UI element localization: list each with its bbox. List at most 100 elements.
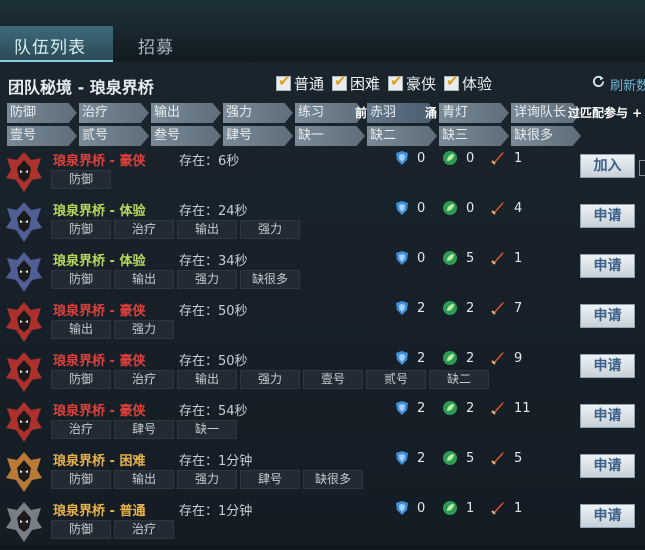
healer-count: 1 (442, 500, 474, 516)
checkbox-icon[interactable] (444, 72, 460, 91)
healer-count-value: 2 (466, 400, 475, 416)
shield-icon (396, 401, 408, 415)
filter-tag[interactable]: 缺很多 (511, 126, 581, 146)
team-tag: 强力 (177, 470, 237, 489)
leaf-icon (443, 351, 457, 365)
dps-count: 1 (490, 150, 522, 166)
filter-tag[interactable]: 青灯 (439, 103, 509, 123)
healer-count-value: 2 (466, 300, 475, 316)
team-tag: 强力 (114, 320, 174, 339)
dps-count-value: 1 (514, 500, 523, 516)
leaf-icon (443, 451, 457, 465)
tab-recruit[interactable]: 招募 (138, 33, 174, 58)
team-exist-time: 存在：54秒 (179, 404, 248, 419)
dps-count: 4 (490, 200, 522, 216)
healer-count-value: 0 (466, 200, 475, 216)
filter-tag[interactable]: 缺一 (295, 126, 365, 146)
team-row[interactable]: 琅泉界桥 - 普通 存在：1分钟 防御 治疗 0 1 1 申请 (0, 500, 645, 550)
team-row[interactable]: 琅泉界桥 - 体验 存在：34秒 防御 输出 强力 缺很多 0 5 1 申请 (0, 250, 645, 300)
dps-count-value: 9 (514, 350, 523, 366)
team-tag: 防御 (51, 520, 111, 539)
shield-icon (396, 451, 408, 465)
tank-count-value: 0 (417, 200, 426, 216)
tank-count-value: 2 (417, 450, 426, 466)
team-name: 琅泉界桥 - 豪侠 (53, 304, 146, 319)
team-emblem-icon (6, 402, 42, 442)
team-exist-time: 存在：34秒 (179, 254, 248, 269)
filter-tag[interactable]: 强力 (223, 103, 293, 123)
team-name: 琅泉界桥 - 普通 (53, 504, 146, 519)
tank-count: 2 (395, 450, 425, 466)
team-emblem-icon (6, 252, 42, 292)
filter-tag[interactable]: 缺三 (439, 126, 509, 146)
filter-normal[interactable]: 普通 (276, 72, 324, 94)
team-tag: 输出 (114, 470, 174, 489)
sword-icon (491, 202, 504, 215)
team-row[interactable]: 琅泉界桥 - 豪侠 存在：6秒 防御 0 0 1 加入 (0, 150, 645, 200)
filter-tag[interactable]: 叁号 (151, 126, 221, 146)
team-row[interactable]: 琅泉界桥 - 豪侠 存在：50秒 输出 强力 2 2 7 申请 (0, 300, 645, 350)
apply-button[interactable]: 申请 (580, 404, 635, 428)
shield-icon (396, 351, 408, 365)
apply-button[interactable]: 申请 (580, 354, 635, 378)
difficulty-filter-group: 普通 困难 豪侠 体验 (276, 72, 492, 94)
team-row[interactable]: 琅泉界桥 - 豪侠 存在：50秒 防御 治疗 输出 强力 壹号 贰号 缺二 2 2 9 (0, 350, 645, 400)
shield-icon (396, 501, 408, 515)
healer-count: 2 (442, 350, 474, 366)
leaf-icon (443, 151, 457, 165)
team-row[interactable]: 琅泉界桥 - 豪侠 存在：54秒 治疗 肆号 缺一 2 2 11 申请 (0, 400, 645, 450)
healer-count: 5 (442, 450, 474, 466)
apply-button[interactable]: 申请 (580, 254, 635, 278)
shield-icon (396, 201, 408, 215)
filter-hard[interactable]: 豪侠 (388, 72, 436, 94)
filter-tag[interactable]: 壹号 (7, 126, 77, 146)
join-button[interactable]: 加入 (580, 154, 635, 178)
team-tag: 输出 (114, 270, 174, 289)
shield-icon (396, 251, 408, 265)
apply-button[interactable]: 申请 (580, 204, 635, 228)
team-row[interactable]: 琅泉界桥 - 体验 存在：24秒 防御 治疗 输出 强力 0 0 4 申请 (0, 200, 645, 250)
team-emblem-icon (6, 502, 42, 542)
dps-count-value: 7 (514, 300, 523, 316)
filter-trial[interactable]: 体验 (444, 72, 492, 94)
refresh-button[interactable]: 刷新数 (592, 75, 645, 94)
overlay-text: 涌 (425, 106, 438, 120)
filter-tag[interactable]: 输出 (151, 103, 221, 123)
team-tags: 防御 输出 强力 肆号 缺很多 (51, 470, 363, 489)
checkbox-icon[interactable] (388, 72, 404, 91)
healer-count: 2 (442, 300, 474, 316)
checkbox-icon[interactable] (332, 72, 348, 91)
team-tag: 缺很多 (240, 270, 300, 289)
apply-button[interactable]: 申请 (580, 454, 635, 478)
dps-count-value: 5 (514, 450, 523, 466)
filter-label: 困难 (350, 75, 381, 93)
filter-tag[interactable]: 缺二 (367, 126, 437, 146)
leaf-icon (443, 501, 457, 515)
refresh-label: 刷新数 (610, 79, 645, 94)
team-name: 琅泉界桥 - 豪侠 (53, 404, 146, 419)
dps-count: 11 (490, 400, 531, 416)
filter-tag[interactable]: 贰号 (79, 126, 149, 146)
team-tag: 强力 (177, 270, 237, 289)
filter-tag[interactable]: 防御 (7, 103, 77, 123)
apply-button[interactable]: 申请 (580, 504, 635, 528)
tab-team-list[interactable]: 队伍列表 (0, 26, 113, 62)
overlay-text: 过匹配参与 + (568, 106, 643, 120)
team-name: 琅泉界桥 - 豪侠 (53, 354, 146, 369)
sword-icon (491, 302, 504, 315)
sword-icon (491, 352, 504, 365)
apply-button[interactable]: 申请 (580, 304, 635, 328)
checkbox-icon[interactable] (276, 72, 291, 91)
team-tag: 防御 (51, 220, 111, 239)
team-tag: 防御 (51, 370, 111, 389)
tank-count-value: 0 (417, 500, 426, 516)
team-tag: 输出 (51, 320, 111, 339)
filter-difficult[interactable]: 困难 (332, 72, 381, 94)
filter-tag[interactable]: 治疗 (79, 103, 149, 123)
leaf-icon (443, 201, 457, 215)
dps-count: 9 (490, 350, 522, 366)
team-tag: 缺二 (429, 370, 489, 389)
page-title: 团队秘境 - 琅泉界桥 (8, 78, 154, 97)
filter-tag[interactable]: 肆号 (223, 126, 293, 146)
team-row[interactable]: 琅泉界桥 - 困难 存在：1分钟 防御 输出 强力 肆号 缺很多 2 5 5 申… (0, 450, 645, 500)
